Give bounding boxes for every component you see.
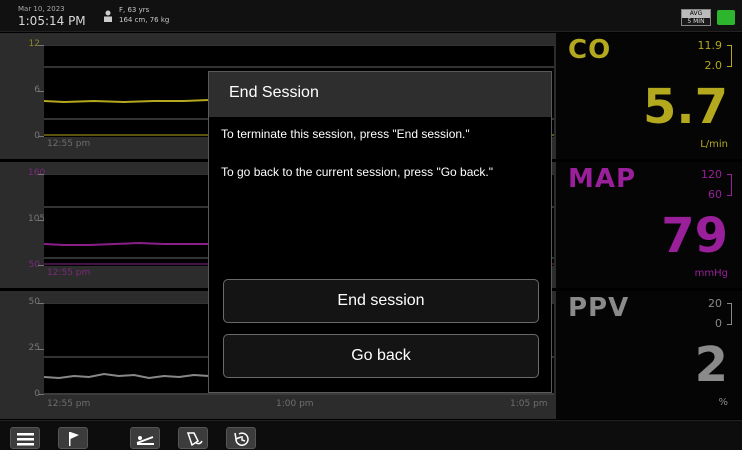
menu-icon [17, 433, 34, 446]
probe-icon [186, 432, 203, 447]
terminate-instruction: To terminate this session, press "End se… [221, 127, 470, 141]
clock-text: 1:05:14 PM [18, 14, 86, 28]
x-tick-label: 1:05 pm [510, 399, 548, 409]
map-value: 79 [661, 208, 728, 264]
y-tick-label: 105 [28, 214, 46, 224]
ppv-label: PPV [568, 293, 630, 323]
ppv-value: 2 [694, 337, 728, 393]
dialog-header: End Session [209, 72, 551, 117]
history-icon [234, 432, 249, 446]
alarm-bracket [727, 45, 732, 67]
patient-bed-icon [136, 436, 154, 445]
avg-label: AVG [682, 10, 710, 18]
probe-button[interactable] [178, 427, 208, 449]
history-button[interactable] [226, 427, 256, 449]
x-tick-label: 12:55 pm [47, 268, 91, 278]
date-text: Mar 10, 2023 [18, 5, 65, 13]
flag-icon [69, 432, 79, 446]
y-tick-label: 6 [34, 85, 40, 95]
map-alarm-low: 60 [708, 188, 722, 201]
y-tick-label: 50 [28, 297, 40, 307]
alarm-bracket [727, 174, 732, 196]
alarm-bracket [727, 303, 732, 325]
go-back-instruction: To go back to the current session, press… [221, 165, 493, 179]
co-unit: L/min [700, 139, 728, 150]
patient-demographics: F, 63 yrs [119, 6, 150, 14]
ppv-unit: % [718, 397, 728, 408]
map-parameter-tile[interactable]: MAP 120 60 79 mmHg [556, 162, 742, 288]
go-back-button[interactable]: Go back [223, 334, 539, 378]
co-alarm-low: 2.0 [704, 59, 723, 72]
co-parameter-tile[interactable]: CO 11.9 2.0 5.7 L/min [556, 33, 742, 159]
ppv-parameter-tile[interactable]: PPV 20 0 2 % [556, 291, 742, 419]
co-value: 5.7 [642, 79, 728, 135]
avg-interval: 5 MIN [687, 18, 705, 25]
menu-button[interactable] [10, 427, 40, 449]
status-bar: Mar 10, 2023 1:05:14 PM F, 63 yrs 164 cm… [0, 0, 742, 32]
x-tick-label: 12:55 pm [47, 139, 91, 149]
y-tick-label: 160 [28, 168, 46, 178]
map-unit: mmHg [694, 268, 728, 279]
y-tick-label: 25 [28, 343, 40, 353]
map-alarm-high: 120 [701, 168, 722, 181]
battery-icon [717, 10, 735, 25]
y-tick-label: 12 [28, 39, 40, 49]
dialog-title: End Session [229, 84, 319, 101]
end-session-button[interactable]: End session [223, 279, 539, 323]
co-label: CO [568, 35, 612, 65]
bottom-toolbar [0, 420, 742, 450]
flag-button[interactable] [58, 427, 88, 449]
ppv-alarm-high: 20 [708, 297, 722, 310]
averaging-badge[interactable]: AVG 5 MIN [681, 9, 711, 26]
end-session-dialog: End Session To terminate this session, p… [208, 71, 552, 393]
patient-bed-button[interactable] [130, 427, 160, 449]
x-tick-label: 1:00 pm [276, 399, 314, 409]
patient-icon [104, 10, 112, 22]
map-label: MAP [568, 164, 637, 194]
co-alarm-high: 11.9 [697, 39, 723, 52]
x-tick-label: 12:55 pm [47, 399, 91, 409]
ppv-alarm-low: 0 [715, 317, 722, 330]
patient-measurements: 164 cm, 76 kg [119, 16, 170, 24]
